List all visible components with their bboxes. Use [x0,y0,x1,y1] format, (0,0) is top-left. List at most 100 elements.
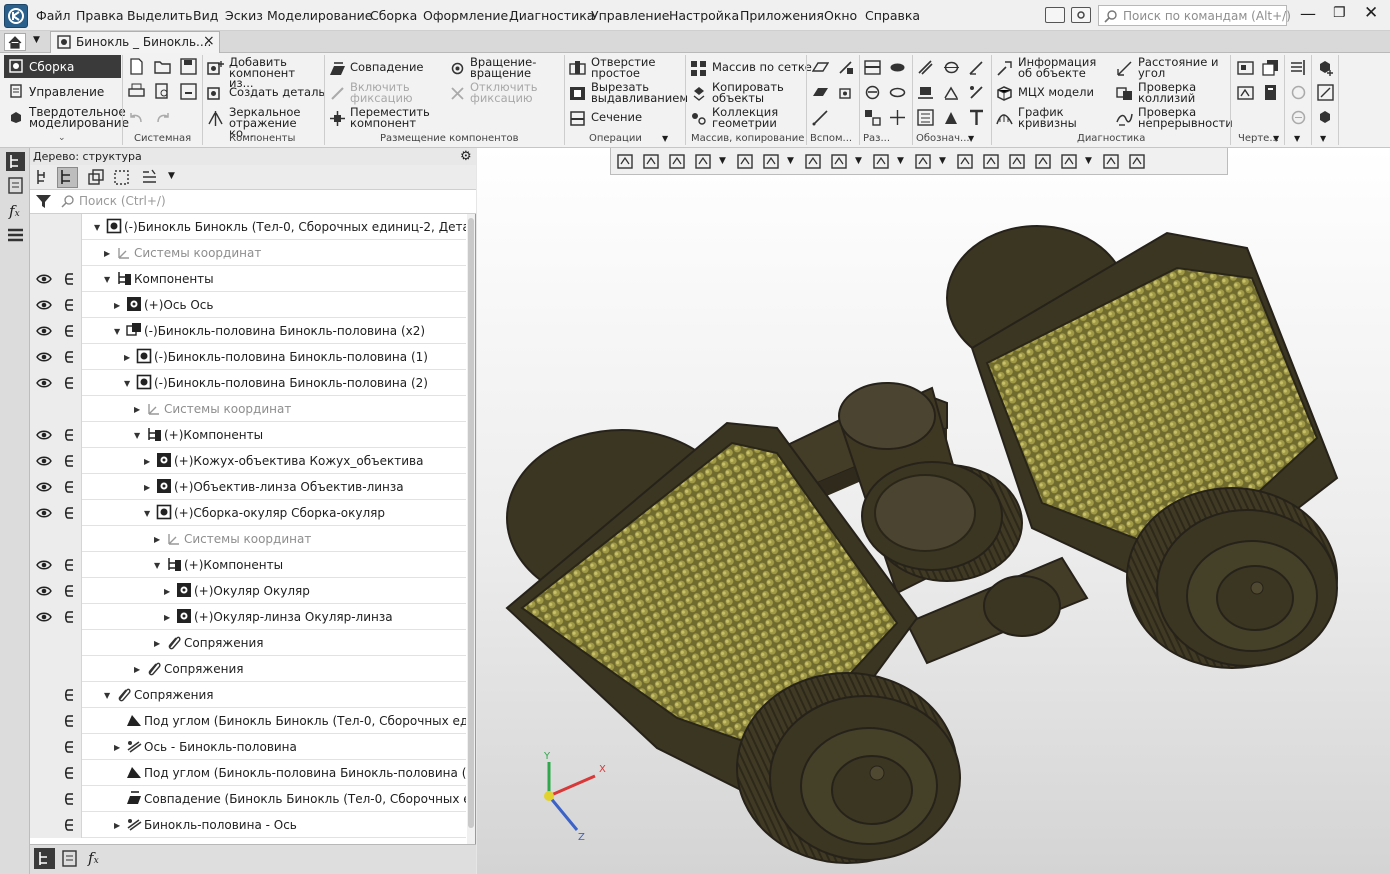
view-dropdown-icon[interactable]: ▼ [787,152,799,171]
print-icon[interactable] [128,83,145,100]
extra-tool5-icon[interactable] [1317,84,1334,101]
cut-extrude-button[interactable]: Вырезать выдавливанием [591,81,688,103]
window-settings-icon[interactable] [1071,7,1091,23]
tree-row[interactable]: ▶ (+)Ось Ось [30,292,466,318]
aux-point-icon[interactable] [812,84,829,101]
expand-arrow-icon[interactable]: ▶ [114,821,120,830]
expand-arrow-icon[interactable]: ▶ [164,587,170,596]
aux-line-icon[interactable] [812,109,829,126]
weld-icon[interactable] [943,109,960,126]
filter-icon[interactable] [35,193,52,210]
notation-dropdown-icon[interactable]: ▼ [968,134,974,143]
collapse-arrow-icon[interactable]: ▼ [124,379,130,388]
geometry-collection-button[interactable]: Коллекция геометрии [712,106,792,128]
position-icon[interactable] [917,109,934,126]
extra-tool2-icon[interactable] [1290,84,1307,101]
visibility-eye-icon[interactable] [36,299,52,311]
collapse-arrow-icon[interactable]: ▼ [94,223,100,232]
maximize-button[interactable]: ❐ [1333,5,1346,21]
menu-assembly[interactable]: Сборка [370,8,417,23]
shaded-edges-icon[interactable] [829,152,849,171]
collision-check-button[interactable]: Проверка коллизий [1138,81,1228,103]
extra-dropdown-icon[interactable]: ▼ [1294,134,1300,143]
extra-tool3-icon[interactable] [1290,109,1307,126]
hide-dropdown-icon[interactable]: ▼ [897,152,909,171]
visibility-eye-icon[interactable] [36,273,52,285]
minimize-button[interactable]: — [1300,4,1316,23]
grid-icon[interactable] [615,152,635,171]
zoom-icon[interactable] [693,152,713,171]
create-part-button[interactable]: Создать деталь [229,87,325,98]
inclusion-icon[interactable] [63,558,75,572]
aux-plane-icon[interactable] [812,59,829,76]
ribbon-tab-solid-modeling[interactable]: Твердотельное моделирование [4,104,129,129]
operations-dropdown-icon[interactable]: ▼ [662,134,668,143]
aux-cs-icon[interactable] [837,84,854,101]
perspective-icon[interactable] [955,152,975,171]
bottom-variables-tab-icon[interactable]: 𝑓x [88,849,99,867]
copy-objects-button[interactable]: Копировать объекты [712,81,792,103]
collapse-arrow-icon[interactable]: ▼ [144,509,150,518]
inclusion-icon[interactable] [63,480,75,494]
tree-row[interactable]: ▶ (+)Кожух-объектива Кожух_объектива [30,448,466,474]
enable-fix-button[interactable]: Включить фиксацию [350,81,430,103]
expand-arrow-icon[interactable]: ▶ [134,405,140,414]
inclusion-icon[interactable] [63,610,75,624]
distance-angle-button[interactable]: Расстояние и угол [1138,56,1233,78]
3d-viewport[interactable]: ▼ ▼ ▼ ▼ ▼ ▼ Y X Z [477,148,1390,874]
close-window-button[interactable]: ✕ [1364,3,1378,23]
tree-view-dropdown-icon[interactable]: ▼ [168,171,175,181]
display-dropdown-icon[interactable]: ▼ [855,152,867,171]
save-as-icon[interactable] [180,83,197,100]
explode-icon[interactable] [889,109,906,126]
zoom-dropdown-icon[interactable]: ▼ [719,152,731,171]
visibility-eye-icon[interactable] [36,429,52,441]
properties-panel-icon[interactable] [6,176,25,195]
associative-view-icon[interactable] [1237,84,1254,101]
coincidence-button[interactable]: Совпадение [350,62,424,73]
layout-icon[interactable] [864,109,881,126]
menu-settings[interactable]: Настройка [669,8,739,23]
save-icon[interactable] [180,58,197,75]
object-info-button[interactable]: Информация об объекте [1018,56,1113,78]
inclusion-icon[interactable] [63,740,75,754]
thread-icon[interactable] [917,59,934,76]
expand-arrow-icon[interactable]: ▶ [154,535,160,544]
menu-help[interactable]: Справка [865,8,920,23]
cut-plane-icon[interactable] [889,59,906,76]
tree-row[interactable]: ▶ Системы координат [30,526,466,552]
selection-filter-icon[interactable] [1059,152,1079,171]
tree-row[interactable]: ▼ (+)Компоненты [30,552,466,578]
expand-arrow-icon[interactable]: ▶ [124,353,130,362]
text-icon[interactable] [968,109,985,126]
drawing-dropdown-icon[interactable]: ▼ [1273,134,1279,143]
tree-row[interactable]: ▼ (-)Бинокль-половина Бинокль-половина (2… [30,370,466,396]
expand-arrow-icon[interactable]: ▶ [144,483,150,492]
section-plane-icon[interactable] [981,152,1001,171]
inclusion-icon[interactable] [63,792,75,806]
inclusion-icon[interactable] [63,428,75,442]
command-search-input[interactable]: Поиск по командам (Alt+/) [1098,5,1291,26]
visibility-eye-icon[interactable] [36,559,52,571]
hole-simple-button[interactable]: Отверстие простое [591,56,681,78]
expand-arrow-icon[interactable]: ▶ [164,613,170,622]
section-button[interactable]: Сечение [591,112,642,123]
rotate-view-icon[interactable] [735,152,755,171]
tree-row[interactable]: ▶ Системы координат [30,240,466,266]
show-dropdown-icon[interactable]: ▼ [939,152,951,171]
tree-search-input[interactable]: Поиск (Ctrl+/) [57,191,473,212]
continuity-check-button[interactable]: Проверка непрерывности [1138,106,1233,128]
add-component-button[interactable]: Добавить компонент из... [229,56,321,88]
tree-row[interactable]: ▼ (+)Компоненты [30,422,466,448]
pan-view-icon[interactable] [761,152,781,171]
inclusion-icon[interactable] [63,298,75,312]
visibility-eye-icon[interactable] [36,585,52,597]
leader-icon[interactable] [968,59,985,76]
tree-row[interactable]: ▶ Сопряжения [30,656,466,682]
redo-icon[interactable] [154,109,171,126]
menu-apps[interactable]: Приложения [740,8,824,23]
ribbon-tab-assembly[interactable]: Сборка [4,55,121,78]
undo-icon[interactable] [128,109,145,126]
section-view-icon[interactable] [864,59,881,76]
tree-panel-icon[interactable] [6,152,25,171]
